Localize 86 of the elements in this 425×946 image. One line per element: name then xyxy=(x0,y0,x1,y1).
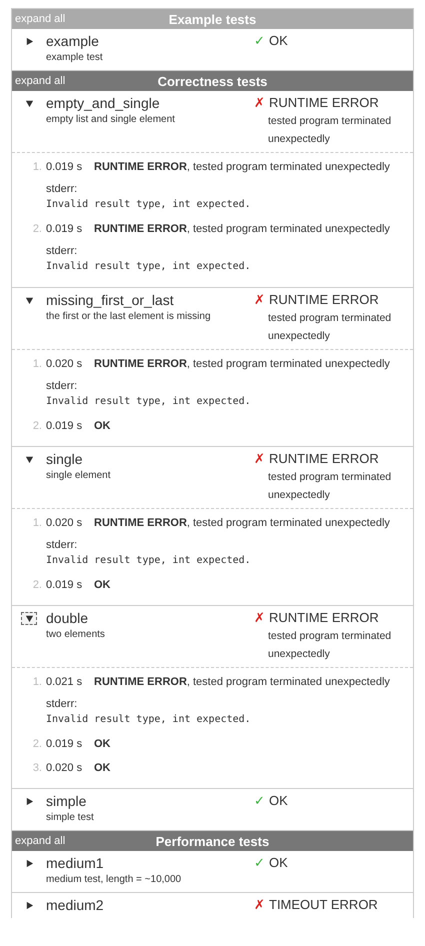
stderr-output: Invalid result type, int expected. xyxy=(46,395,252,409)
run-number: 1. xyxy=(32,160,43,175)
test-description: simple test xyxy=(46,811,95,825)
test-description: medium test, length = ~10,000 xyxy=(46,873,182,887)
test-name[interactable]: single xyxy=(46,450,254,468)
test-status: TIMEOUT ERROR xyxy=(269,896,378,914)
run-number: 3. xyxy=(32,761,43,776)
stderr-label: stderr: xyxy=(46,379,78,394)
test-description: empty list and single element xyxy=(46,113,176,127)
stderr-output: Invalid result type, int expected. xyxy=(46,198,252,212)
stderr-label: stderr: xyxy=(46,182,78,197)
run-number: 1. xyxy=(32,516,43,531)
run-number: 2. xyxy=(32,578,43,593)
run-result: RUNTIME ERROR, tested program terminated unexpectedly xyxy=(94,516,391,531)
run-result: RUNTIME ERROR, tested program terminated unexpectedly xyxy=(94,222,391,237)
cross-icon: ✗ xyxy=(254,610,265,625)
triangle-right-icon[interactable] xyxy=(24,901,34,910)
test-name[interactable]: medium2 xyxy=(46,896,254,914)
triangle-right-icon[interactable] xyxy=(24,859,34,868)
run-time: 0.020 s xyxy=(46,357,84,372)
stderr-output: Invalid result type, int expected. xyxy=(46,554,252,568)
run-number: 1. xyxy=(32,357,43,372)
section-title: Correctness tests xyxy=(158,74,268,88)
test-name[interactable]: missing_first_or_last xyxy=(46,291,254,309)
run-result: RUNTIME ERROR, tested program terminated unexpectedly xyxy=(94,357,391,372)
test-name[interactable]: example xyxy=(46,32,254,50)
collapse-toggle[interactable] xyxy=(21,612,37,625)
run-result: RUNTIME ERROR, tested program terminated unexpectedly xyxy=(94,675,391,690)
stderr-output: Invalid result type, int expected. xyxy=(46,713,252,727)
cross-icon: ✗ xyxy=(254,292,265,307)
check-icon: ✓ xyxy=(254,855,265,870)
test-description: two elements xyxy=(46,628,106,642)
cross-icon: ✗ xyxy=(254,451,265,466)
test-name[interactable]: medium1 xyxy=(46,854,254,872)
run-number: 2. xyxy=(32,419,43,434)
test-name[interactable]: simple xyxy=(46,792,254,810)
expand-all-link[interactable]: expand all xyxy=(15,835,66,847)
stderr-label: stderr: xyxy=(46,244,78,259)
run-time: 0.019 s xyxy=(46,160,84,175)
test-description: single element xyxy=(46,469,112,483)
run-result: OK xyxy=(94,761,112,776)
status-detail: tested program terminated unexpectedly xyxy=(268,114,392,147)
test-status: OK xyxy=(269,792,288,810)
run-time: 0.020 s xyxy=(46,516,84,531)
run-time: 0.019 s xyxy=(46,737,84,752)
test-status: RUNTIME ERROR xyxy=(269,94,379,112)
check-icon: ✓ xyxy=(254,793,265,808)
cross-icon: ✗ xyxy=(254,95,265,110)
run-time: 0.019 s xyxy=(46,419,84,434)
test-status: OK xyxy=(269,854,288,872)
test-description: the first or the last element is missing xyxy=(46,310,212,324)
test-status: RUNTIME ERROR xyxy=(269,291,379,309)
triangle-right-icon[interactable] xyxy=(24,797,34,806)
run-number: 2. xyxy=(32,222,43,237)
stderr-label: stderr: xyxy=(46,697,78,712)
triangle-down-icon[interactable] xyxy=(24,455,34,464)
stderr-output: Invalid result type, int expected. xyxy=(46,260,252,274)
run-time: 0.019 s xyxy=(46,578,84,593)
run-result: OK xyxy=(94,737,112,752)
stderr-label: stderr: xyxy=(46,538,78,553)
status-detail: tested program terminated unexpectedly xyxy=(268,470,392,503)
run-time: 0.020 s xyxy=(46,761,84,776)
test-name[interactable]: double xyxy=(46,609,254,627)
test-description: example test xyxy=(46,51,104,65)
triangle-down-icon[interactable] xyxy=(24,99,34,108)
test-status: RUNTIME ERROR xyxy=(269,450,379,468)
status-detail: tested program terminated unexpectedly xyxy=(268,629,392,662)
run-time: 0.019 s xyxy=(46,222,84,237)
test-name[interactable]: empty_and_single xyxy=(46,94,254,112)
run-result: RUNTIME ERROR, tested program terminated unexpectedly xyxy=(94,160,391,175)
cross-icon: ✗ xyxy=(254,897,265,912)
triangle-down-icon[interactable] xyxy=(24,296,34,305)
run-result: OK xyxy=(94,578,112,593)
run-number: 1. xyxy=(32,675,43,690)
test-status: RUNTIME ERROR xyxy=(269,609,379,627)
run-result: OK xyxy=(94,419,112,434)
section-title: Example tests xyxy=(168,12,256,26)
test-status: OK xyxy=(269,32,288,50)
triangle-down-icon[interactable] xyxy=(24,614,34,623)
check-icon: ✓ xyxy=(254,33,265,48)
triangle-right-icon[interactable] xyxy=(24,37,34,46)
run-number: 2. xyxy=(32,737,43,752)
section-title: Performance tests xyxy=(156,834,270,848)
run-time: 0.021 s xyxy=(46,675,84,690)
expand-all-link[interactable]: expand all xyxy=(15,75,66,87)
status-detail: tested program terminated unexpectedly xyxy=(268,311,392,344)
